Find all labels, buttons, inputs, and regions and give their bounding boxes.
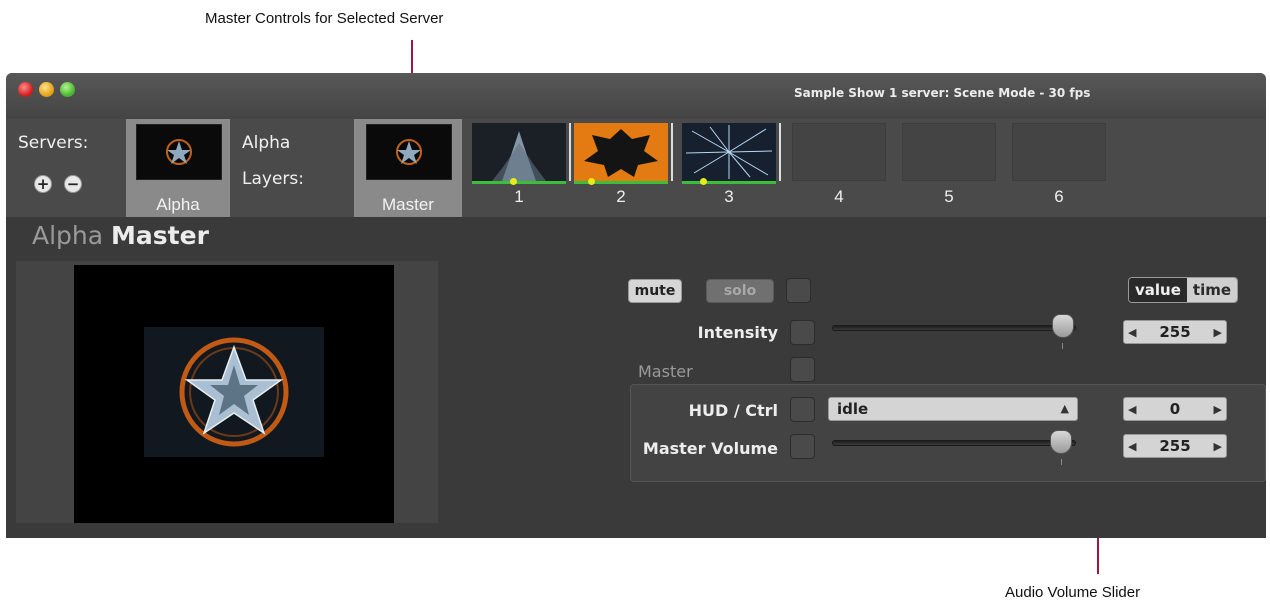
layer-cell-6[interactable]: 6 (1012, 119, 1108, 217)
intensity-label: Intensity (697, 323, 778, 342)
layer-playhead-3[interactable] (700, 178, 707, 185)
server-thumb-label: Alpha (156, 195, 200, 214)
master-toggle-button[interactable] (790, 357, 815, 382)
page-title-server: Alpha (32, 221, 104, 250)
layer-thumb-4 (792, 123, 886, 181)
layer-cell-1[interactable]: 1 (472, 119, 571, 217)
hud-ctrl-select[interactable]: idle ▲ (828, 397, 1078, 421)
value-time-toggle[interactable]: value time (1128, 277, 1239, 303)
callout-master-controls: Master Controls for Selected Server (205, 10, 444, 27)
layer-thumb-5 (902, 123, 996, 181)
hud-value: 0 (1169, 400, 1181, 418)
layer-playhead-1[interactable] (510, 178, 517, 185)
zoom-window-icon[interactable] (60, 82, 75, 97)
minus-circle-icon: − (66, 175, 80, 193)
master-section-label: Master (638, 362, 693, 381)
master-controls-panel: Alpha Master mute solo value time Intens… (6, 217, 1266, 538)
layer-cell-2[interactable]: 2 (574, 119, 673, 217)
master-volume-label: Master Volume (642, 439, 778, 458)
intensity-stepper[interactable]: ◀ 255 ▶ (1123, 320, 1227, 344)
title-bar: Sample Show 1 server: Scene Mode - 30 fp… (6, 73, 1266, 119)
server-layer-toolbar: Servers: + − Alpha Alpha Layers: Master … (6, 119, 1266, 217)
intensity-value: 255 (1159, 323, 1191, 341)
server-preview-image (136, 124, 222, 180)
layer-playhead-2[interactable] (588, 178, 595, 185)
hud-increment-icon[interactable]: ▶ (1214, 403, 1222, 416)
intensity-increment-icon[interactable]: ▶ (1214, 326, 1222, 339)
layer-number-4: 4 (834, 187, 844, 206)
layers-label: Layers: (242, 169, 304, 189)
layer-number-3: 3 (724, 187, 734, 206)
page-title-master: Master (111, 221, 209, 250)
volume-increment-icon[interactable]: ▶ (1214, 440, 1222, 453)
app-window: Sample Show 1 server: Scene Mode - 30 fp… (6, 73, 1266, 538)
master-preview (74, 265, 394, 523)
master-thumb-label: Master (382, 195, 434, 214)
master-volume-stepper[interactable]: ◀ 255 ▶ (1123, 434, 1227, 458)
layer-divider-1 (569, 123, 571, 181)
servers-label: Servers: (18, 133, 89, 153)
hud-toggle-button[interactable] (790, 397, 815, 422)
solo-button[interactable]: solo (706, 279, 774, 303)
master-thumb[interactable]: Master (354, 119, 462, 217)
time-mode-button[interactable]: time (1186, 278, 1238, 302)
layer-number-2: 2 (616, 187, 626, 206)
server-thumb-alpha[interactable]: Alpha (126, 119, 230, 217)
layer-number-1: 1 (514, 187, 524, 206)
master-volume-toggle-button[interactable] (790, 434, 815, 459)
server-name: Alpha (242, 133, 291, 153)
volume-decrement-icon[interactable]: ◀ (1128, 440, 1136, 453)
mute-button[interactable]: mute (628, 279, 682, 303)
close-window-icon[interactable] (18, 82, 33, 97)
add-server-button[interactable]: + (34, 175, 52, 193)
master-volume-slider-tick (1061, 459, 1062, 465)
hud-stepper[interactable]: ◀ 0 ▶ (1123, 397, 1227, 421)
master-preview-image (366, 124, 452, 180)
select-updown-icon: ▲ (1060, 402, 1069, 415)
master-volume-value: 255 (1159, 437, 1191, 455)
layer-cell-4[interactable]: 4 (792, 119, 888, 217)
page-title: Alpha Master (32, 221, 209, 250)
value-mode-button[interactable]: value (1129, 278, 1187, 302)
intensity-toggle-button[interactable] (790, 320, 815, 345)
intensity-slider-tick (1062, 343, 1063, 349)
layer-thumb-2 (574, 123, 668, 181)
intensity-slider-knob[interactable] (1052, 314, 1074, 338)
plus-circle-icon: + (36, 175, 50, 193)
master-volume-slider-knob[interactable] (1050, 430, 1072, 454)
layer-progress-3 (682, 181, 776, 184)
layer-cell-5[interactable]: 5 (902, 119, 998, 217)
layer-divider-2 (671, 123, 673, 181)
layer-thumb-6 (1012, 123, 1106, 181)
hud-decrement-icon[interactable]: ◀ (1128, 403, 1136, 416)
layer-divider-3 (779, 123, 781, 181)
minimize-window-icon[interactable] (39, 82, 54, 97)
select-toggle-button[interactable] (786, 278, 811, 303)
remove-server-button[interactable]: − (64, 175, 82, 193)
hud-ctrl-selected-value: idle (837, 400, 869, 418)
layer-thumb-1 (472, 123, 566, 181)
layer-number-6: 6 (1054, 187, 1064, 206)
layer-cell-3[interactable]: 3 (682, 119, 781, 217)
window-title: Sample Show 1 server: Scene Mode - 30 fp… (794, 86, 1091, 100)
hud-ctrl-label: HUD / Ctrl (688, 401, 778, 420)
layer-thumb-3 (682, 123, 776, 181)
intensity-slider[interactable] (832, 325, 1076, 331)
layer-number-5: 5 (944, 187, 954, 206)
callout-audio-volume: Audio Volume Slider (1005, 584, 1141, 601)
intensity-decrement-icon[interactable]: ◀ (1128, 326, 1136, 339)
layer-progress-1 (472, 181, 566, 184)
master-volume-slider[interactable] (832, 440, 1076, 446)
